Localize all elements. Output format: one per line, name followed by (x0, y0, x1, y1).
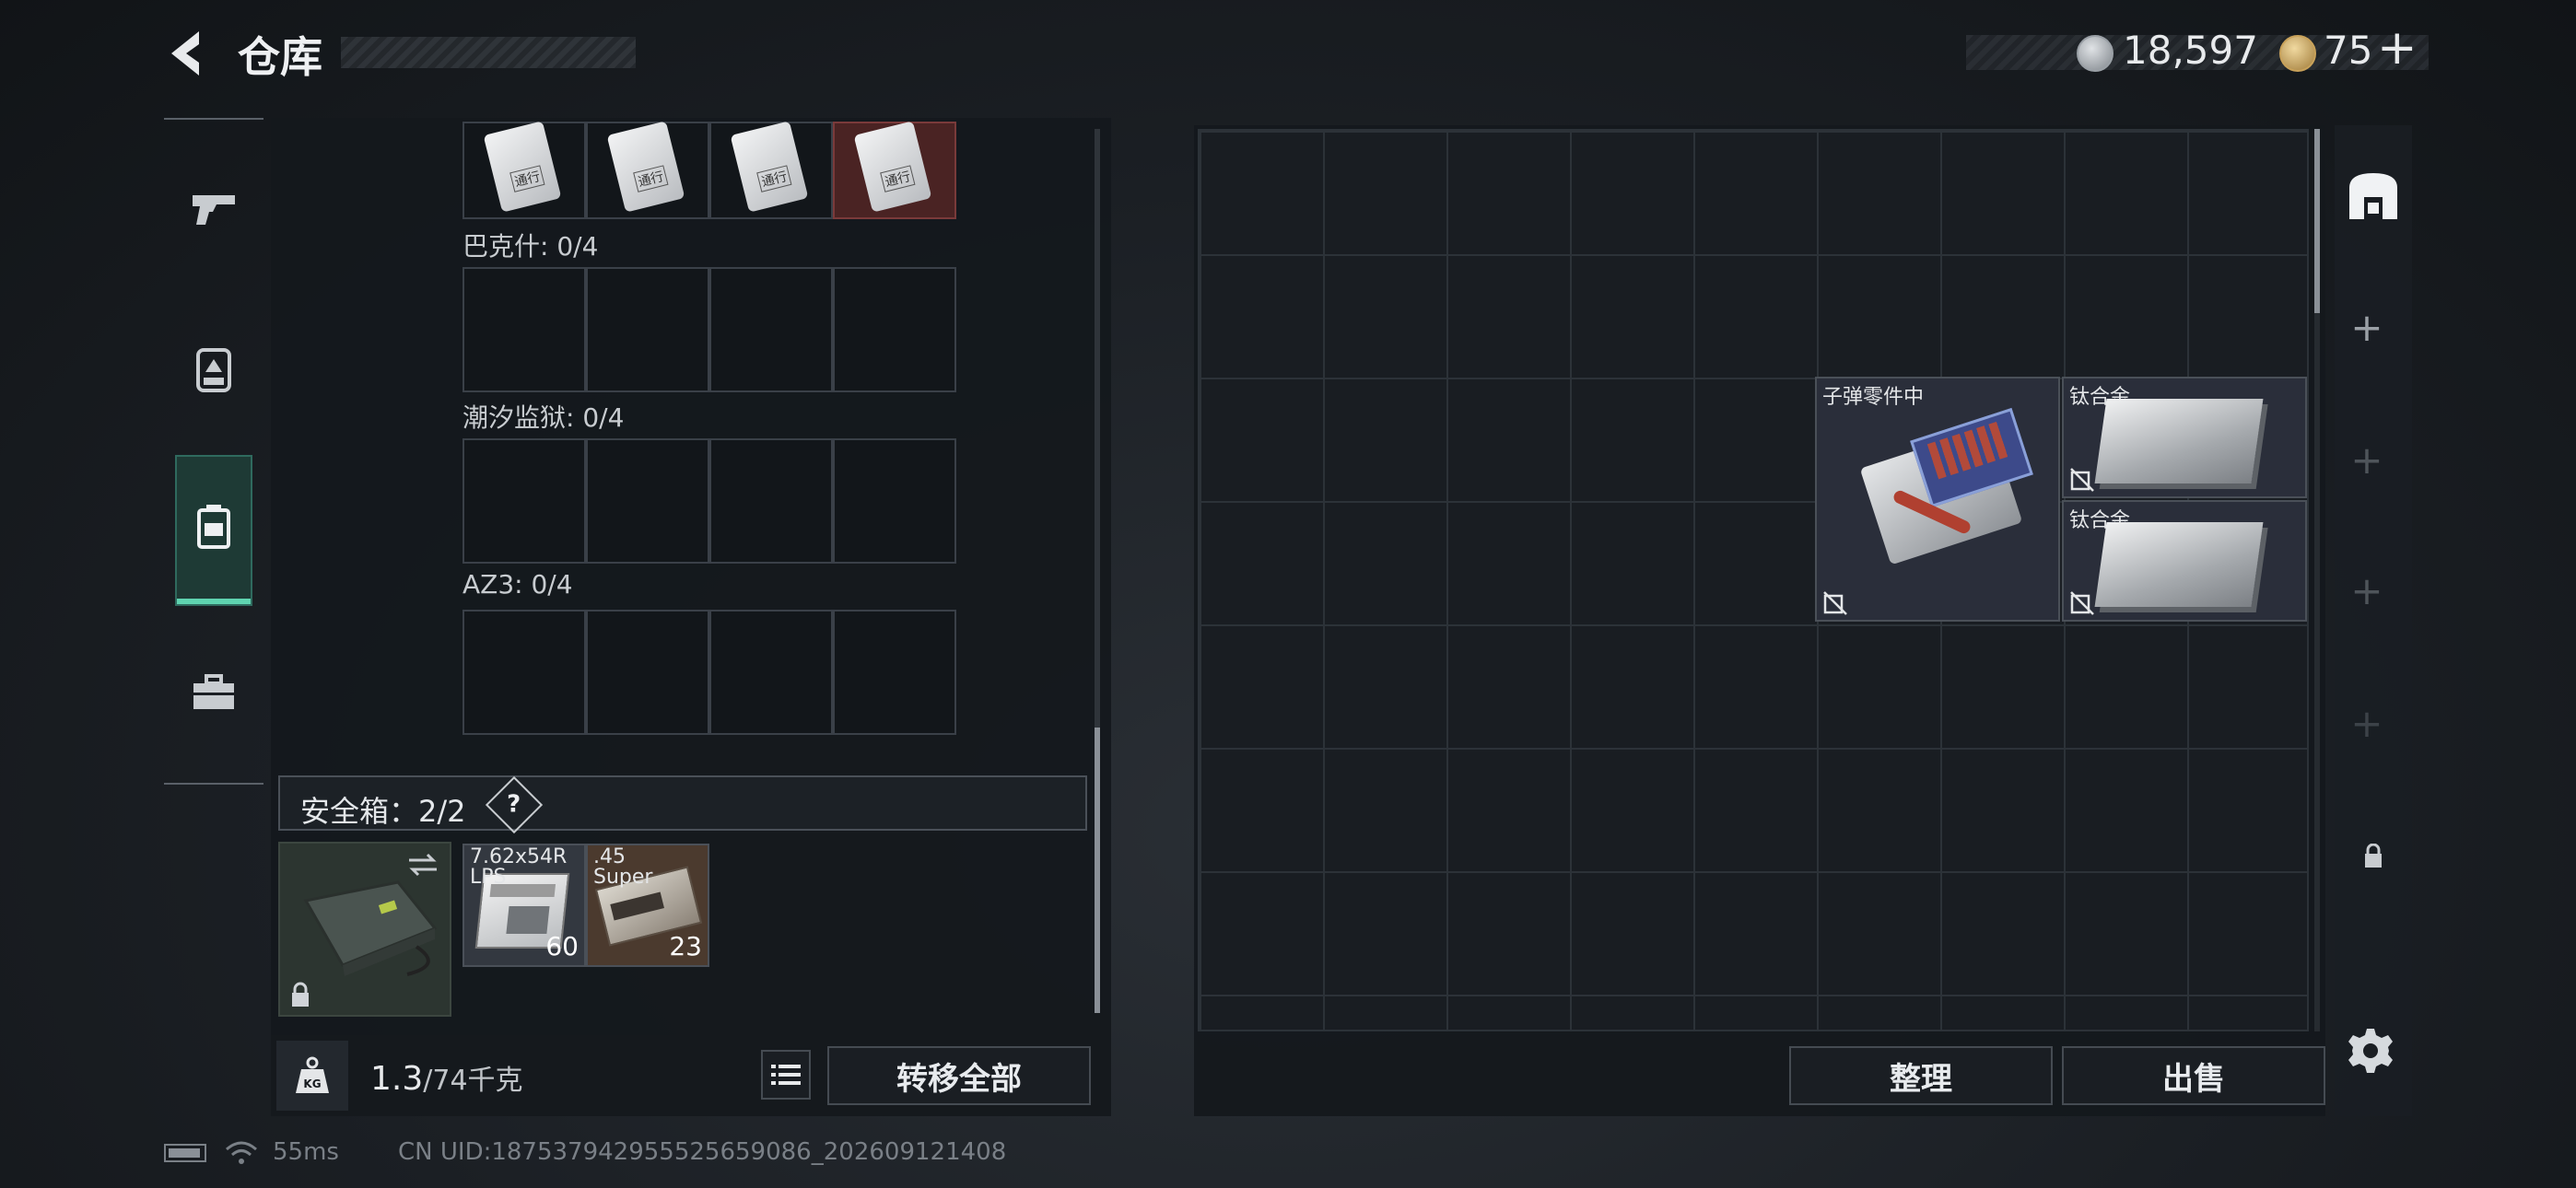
card-slot[interactable] (586, 610, 709, 735)
weight-current: 1.3 (370, 1060, 424, 1098)
card-slot[interactable] (463, 267, 586, 392)
silver-coin-icon (2077, 35, 2113, 72)
backpack-icon (197, 505, 230, 549)
side-tab-weapons[interactable] (175, 170, 252, 248)
left-scrollbar[interactable] (1095, 129, 1100, 1013)
wifi-icon (226, 1141, 257, 1164)
safe-box-label: 安全箱：2/2 (300, 794, 466, 829)
title-decor (341, 37, 636, 68)
weight-icon-box: KG (276, 1041, 348, 1111)
user-uid: CN UID:1875379429555256590​86_2026091214… (398, 1138, 1007, 1166)
lock-icon (292, 982, 309, 1007)
back-button[interactable] (162, 26, 214, 81)
group-label: AZ3: 0/4 (463, 569, 573, 600)
card-slot[interactable] (463, 610, 586, 735)
gold-coin-icon (2279, 35, 2316, 72)
card-slot[interactable] (709, 267, 833, 392)
item-name: 子弹零件中 (1822, 386, 1925, 409)
card-slot[interactable] (833, 267, 956, 392)
side-tab-tools[interactable] (175, 654, 252, 731)
card-slot[interactable] (709, 610, 833, 735)
lock-icon (2365, 844, 2382, 868)
keycard-label: 通行 (880, 165, 916, 192)
no-trade-icon (2070, 591, 2094, 615)
ping-readout: 55ms (273, 1138, 339, 1166)
group-label: 潮汐监狱: 0/4 (463, 402, 625, 433)
sell-button[interactable]: 出售 (2062, 1046, 2325, 1105)
silver-currency-value: 18,597 (2123, 28, 2258, 73)
add-stash-tab-button[interactable]: + (2331, 687, 2403, 759)
locked-stash-tab[interactable] (2355, 838, 2392, 875)
transfer-all-button[interactable]: 转移全部 (827, 1046, 1091, 1105)
group-label: 巴克什: 0/4 (463, 231, 599, 262)
stash-item-titanium[interactable]: 钛合金 (2062, 377, 2307, 498)
pistol-icon (193, 195, 235, 225)
stash-item-titanium[interactable]: 钛合金 (2062, 500, 2307, 622)
weight-max: /74千克 (423, 1065, 523, 1097)
ammo-name: 7.62x54R LPS (470, 845, 568, 889)
ammo-item[interactable]: .45 Super 23 (586, 844, 709, 967)
settings-button[interactable] (2344, 1024, 2397, 1077)
list-icon (771, 1065, 801, 1085)
no-trade-icon (1823, 591, 1847, 615)
card-slot[interactable] (833, 438, 956, 564)
stash-scrollbar[interactable] (2314, 129, 2320, 1031)
safe-box-header: 安全箱：2/2 ? (278, 775, 1087, 834)
armor-rig-icon (196, 348, 231, 392)
list-view-button[interactable] (761, 1050, 811, 1100)
card-slot[interactable] (586, 267, 709, 392)
side-tab-gear[interactable] (175, 330, 252, 407)
kg-weight-icon: KG (296, 1056, 329, 1093)
add-currency-button[interactable]: + (2377, 20, 2418, 76)
toolbox-icon (193, 674, 234, 709)
battery-icon (164, 1144, 206, 1162)
chevron-left-icon (171, 31, 199, 76)
add-stash-tab-button[interactable]: + (2331, 291, 2403, 363)
ammo-quantity: 60 (545, 931, 579, 961)
titanium-plate-icon (2094, 522, 2264, 607)
keycard-label: 通行 (756, 165, 792, 192)
titanium-plate-icon (2094, 399, 2264, 483)
svg-text:KG: KG (303, 1077, 321, 1090)
no-trade-icon (2070, 468, 2094, 492)
safe-case-icon (303, 880, 438, 976)
card-slot[interactable] (586, 438, 709, 564)
safe-container[interactable] (278, 842, 451, 1017)
card-slot[interactable] (709, 438, 833, 564)
safe-box-help-button[interactable]: ? (485, 775, 544, 834)
card-slot[interactable] (833, 610, 956, 735)
swap-icon[interactable] (405, 851, 440, 879)
gear-icon (2348, 1029, 2393, 1073)
ammo-item[interactable]: 7.62x54R LPS 60 (463, 844, 586, 967)
ammo-quantity: 23 (669, 931, 702, 961)
stash-home-icon (2349, 173, 2397, 219)
organize-button[interactable]: 整理 (1789, 1046, 2053, 1105)
keycard-label: 通行 (509, 165, 545, 192)
card-slot[interactable] (463, 438, 586, 564)
ammo-name: .45 Super (593, 845, 653, 889)
weight-readout: 1.3/74千克 (370, 1057, 523, 1098)
add-stash-tab-button[interactable]: + (2331, 424, 2403, 495)
rail-tab-home[interactable] (2335, 157, 2412, 234)
gold-currency-value: 75 (2324, 28, 2373, 73)
keycard-label: 通行 (633, 165, 669, 192)
page-title: 仓库 (238, 32, 322, 82)
side-tab-backpack[interactable] (175, 455, 252, 606)
bullet-parts-case-icon (1854, 407, 2033, 570)
add-stash-tab-button[interactable]: + (2331, 554, 2403, 626)
stash-item-bullet-parts[interactable]: 子弹零件中 (1815, 377, 2060, 622)
